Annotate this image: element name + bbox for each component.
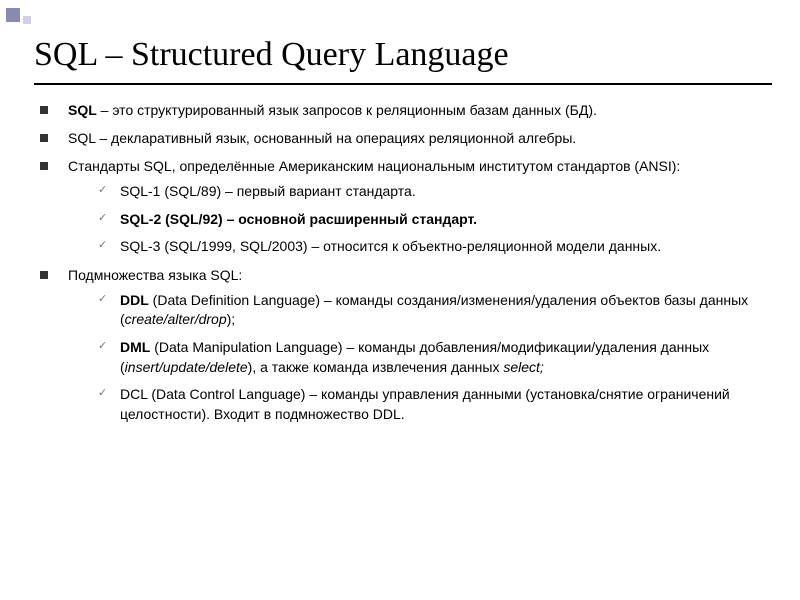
bullet-text: SQL – это структурированный язык запросо… [68,102,597,118]
sub-bullet-item: DDL (Data Definition Language) – команды… [94,291,772,330]
slide: SQL – Structured Query Language SQL – эт… [34,36,772,588]
sub-bullet-item: DML (Data Manipulation Language) – коман… [94,338,772,377]
sub-bullet-item: SQL-1 (SQL/89) – первый вариант стандарт… [94,182,772,202]
sub-bullet-text: DDL (Data Definition Language) – команды… [120,292,748,328]
sub-bullet-text: DML (Data Manipulation Language) – коман… [120,339,709,375]
sub-bullet-text: SQL-3 (SQL/1999, SQL/2003) – относится к… [120,238,661,254]
bullet-text: Стандарты SQL, определённые Американским… [68,158,680,174]
sub-bullet-item: DCL (Data Control Language) – команды уп… [94,385,772,424]
bullet-text: Подмножества языка SQL: [68,267,242,283]
bullet-list: SQL – это структурированный язык запросо… [34,101,772,424]
bullet-text: SQL – декларативный язык, основанный на … [68,130,576,146]
sub-bullet-item: SQL-3 (SQL/1999, SQL/2003) – относится к… [94,237,772,257]
sub-bullet-list: SQL-1 (SQL/89) – первый вариант стандарт… [94,182,772,257]
decor-square-large [6,8,20,22]
sub-bullet-text: DCL (Data Control Language) – команды уп… [120,386,730,422]
bullet-item: SQL – декларативный язык, основанный на … [34,129,772,148]
sub-bullet-text: SQL-1 (SQL/89) – первый вариант стандарт… [120,183,416,199]
bullet-item: Стандарты SQL, определённые Американским… [34,157,772,257]
bullet-item: Подмножества языка SQL: DDL (Data Definit… [34,266,772,424]
slide-decor [6,8,31,24]
bullet-item: SQL – это структурированный язык запросо… [34,101,772,120]
sub-bullet-item: SQL-2 (SQL/92) – основной расширенный ст… [94,210,772,230]
sub-bullet-text: SQL-2 (SQL/92) – основной расширенный ст… [120,211,477,227]
slide-title: SQL – Structured Query Language [34,36,772,73]
title-rule [34,83,772,85]
sub-bullet-list: DDL (Data Definition Language) – команды… [94,291,772,425]
decor-square-small [23,16,31,24]
